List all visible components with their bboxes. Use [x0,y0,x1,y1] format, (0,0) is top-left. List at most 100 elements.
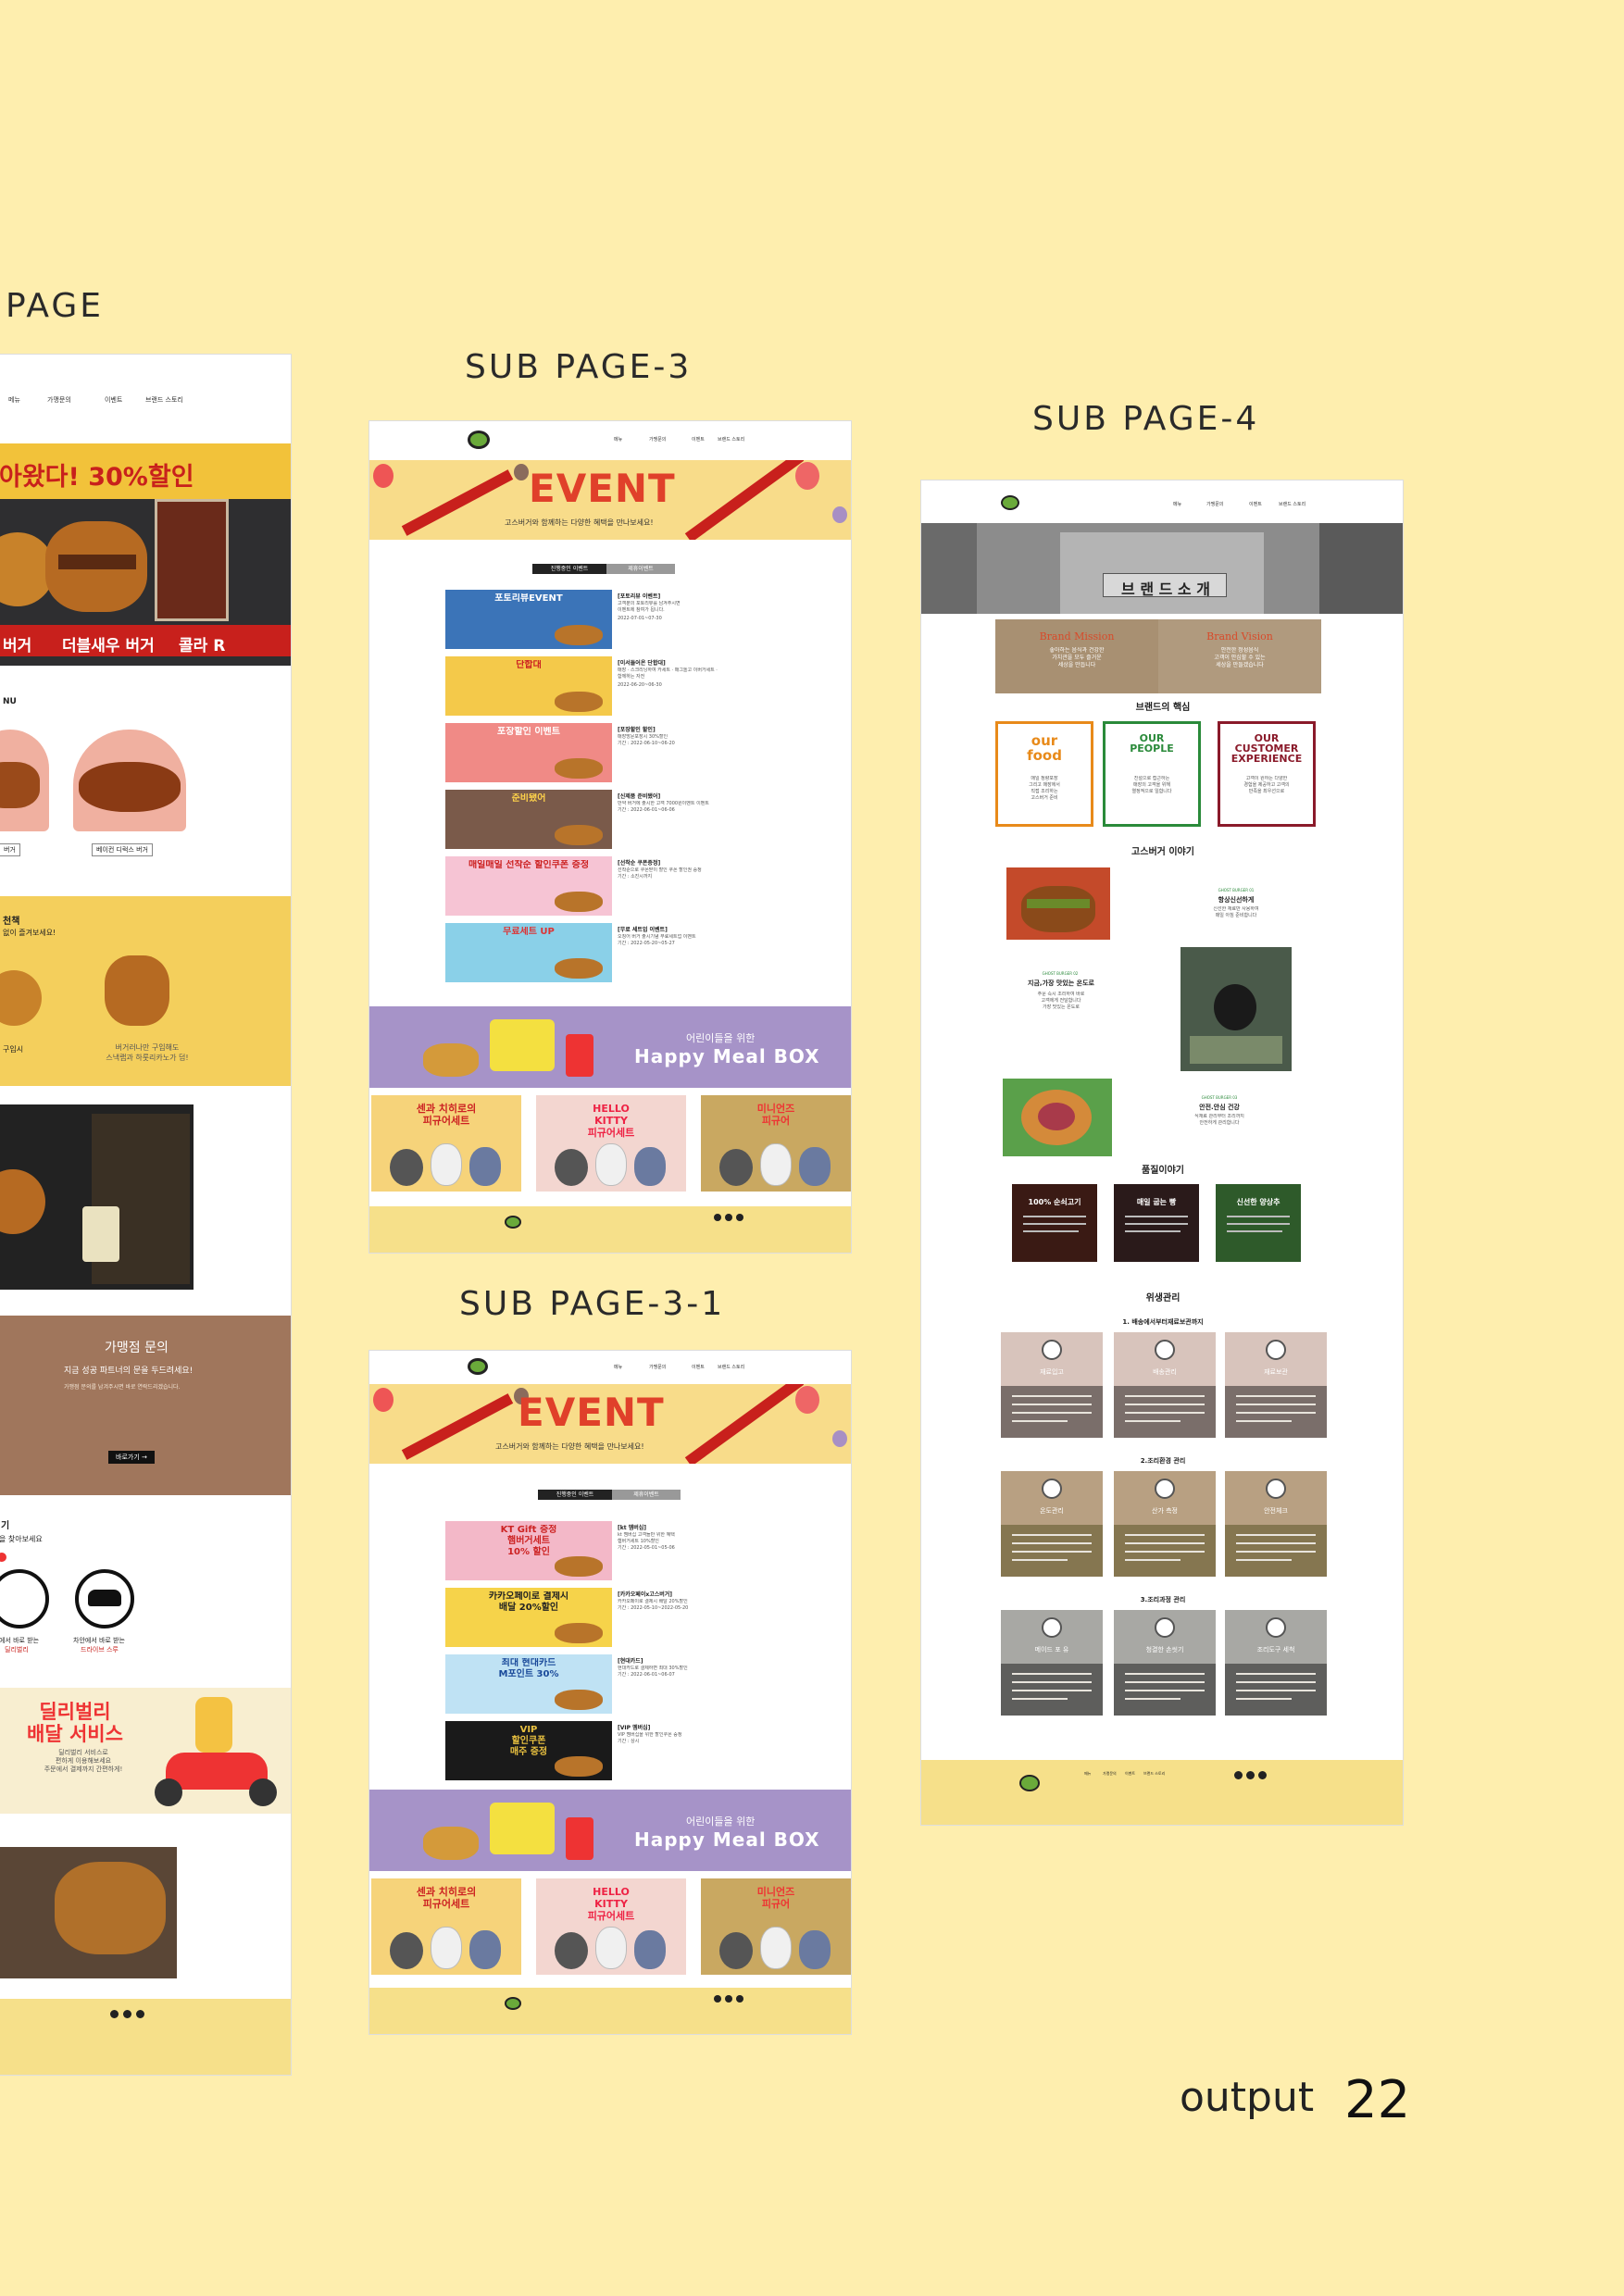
nav-item[interactable]: 브랜드 스토리 [145,395,183,405]
event-thumbnail: 최대 현대카드 M포인트 30% [445,1654,612,1714]
youtube-icon[interactable] [136,2010,144,2018]
left-nav: 메뉴 가맹문의 이벤트 브랜드 스토리 [0,355,291,443]
event-card[interactable]: 단합대 [이서들어온 단합대] 매장 · 스크리닝하여 카세트 · 매그놀고 이버거… [445,656,779,716]
event-title: [카카오페이x고스버거] [618,1591,673,1598]
event-thumbnail-text: KT Gift 증정 햄버거세트 10% 할인 [500,1525,557,1557]
youtube-icon[interactable] [736,1995,743,2003]
core-heading: 브랜드의 핵심 [1135,703,1191,713]
promo-sub: 없이 즐겨보세요! [3,929,56,937]
collab-title: 센과 치히로의 피규어세트 [416,1103,477,1127]
vision-body: 안전한 정성음식 고객이 안심할 수 있는 세상을 만들겠습니다 [1214,647,1266,668]
event-card[interactable]: 무료세트 UP [무료 세트업 이벤트] 오징어 버거 출시기념 무료세트업 이벤트… [445,923,779,982]
franchise-button[interactable]: 바로가기 → [108,1451,155,1464]
event-thumbnail-text: 단합대 [516,660,542,670]
event-title: [이서들어온 단합대] [618,660,666,667]
order-caption: 에서 바로 받는 [0,1637,40,1644]
hygiene-icon [1266,1617,1286,1638]
nav-item[interactable]: 이벤트 [692,1364,705,1370]
nav-item[interactable]: 메뉴 [614,1364,622,1370]
logo[interactable] [468,430,490,449]
collab-card[interactable]: 센과 치히로의 피규어세트 [371,1878,521,1975]
delivery-icon[interactable] [0,1569,49,1628]
event-card[interactable]: 최대 현대카드 M포인트 30% [현대카드] 현대카드로 결제하면 최대 30%할… [445,1654,779,1714]
instagram-icon[interactable] [725,1214,732,1221]
hygiene-item-label: 배송관리 [1153,1368,1177,1376]
event-card[interactable]: 준비됐어 [신제품 준비됐어] 만약 버거에 출시한 고객 7000원이벤트 이벤트… [445,790,779,849]
event-card[interactable]: 포토리뷰EVENT [포토리뷰 이벤트] 고객분의 포토리뷰를 남겨주시면 이벤트에… [445,590,779,649]
hygiene-card: 조리도구 세척 [1225,1610,1327,1716]
nav-item[interactable]: 브랜드 스토리 [718,436,744,443]
footer-nav-item[interactable]: 브랜드 스토리 [1143,1771,1165,1777]
collab-title: 미니언즈 피규어 [756,1103,795,1127]
core-value-body: 고객이 원하는 다양한 경험을 제공하고 고객의 만족을 최우선으로 [1243,776,1290,794]
youtube-icon[interactable] [736,1214,743,1221]
nav-item[interactable]: 브랜드 스토리 [1279,501,1305,507]
instagram-icon[interactable] [725,1995,732,2003]
page3-nav: 메뉴 가맹문의 이벤트 브랜드 스토리 [369,421,851,460]
collab-card[interactable]: 센과 치히로의 피규어세트 [371,1095,521,1192]
nav-item[interactable]: 이벤트 [692,436,705,443]
collab-card[interactable]: HELLO KITTY 피규어세트 [536,1095,686,1192]
facebook-icon[interactable] [714,1214,721,1221]
core-value-body: 친절으로 접근하는 매장의 고객을 위해 열정적으로 일합니다 [1131,776,1172,794]
tab-partner-events[interactable]: 제휴이벤트 [606,564,675,574]
nav-item[interactable]: 가맹문의 [1206,501,1223,507]
event-description: 오징어 버거 출시기념 무료세트업 이벤트 기간 : 2022-05-20~05… [618,934,696,946]
footer-nav-item[interactable]: 이벤트 [1125,1771,1135,1777]
delivery-sub: 딜리벌리 서비스로 편하게 이용해보세요 주문에서 결제까지 간편하게! [44,1749,123,1773]
facebook-icon[interactable] [1234,1771,1243,1779]
page3-1-nav: 메뉴 가맹문의 이벤트 브랜드 스토리 [369,1351,851,1384]
event-card[interactable]: 매일매일 선착순 할인쿠폰 증정 [선착순 쿠폰증정] 선착순으로 쿠폰받이 할인 … [445,856,779,916]
page4-nav: 메뉴 가맹문의 이벤트 브랜드 스토리 [921,480,1403,523]
promo-title: 천책 [3,917,20,927]
tab-partner-events[interactable]: 제휴이벤트 [612,1490,681,1500]
instagram-icon[interactable] [1246,1771,1255,1779]
delivery-title: 딜리벌리 배달 서비스 [27,1701,123,1745]
quality-card: 100% 순쇠고기 [1012,1184,1097,1262]
tab-ongoing-events[interactable]: 진행중인 이벤트 [538,1490,612,1500]
hygiene-card: 온도관리 [1001,1471,1103,1577]
event-description: VIP 멤버십을 위한 할인쿠폰 증정 기간 : 상시 [618,1732,682,1744]
nav-item[interactable]: 가맹문의 [649,1364,666,1370]
event-description: 매장 · 스크리닝하여 카세트 · 매그놀고 이버거세트 · 함께하는 자전 [618,668,718,680]
hygiene-item-label: 산가 측정 [1152,1507,1178,1515]
event-thumbnail-text: VIP 할인쿠폰 매주 증정 [509,1725,548,1757]
nav-item[interactable]: 브랜드 스토리 [718,1364,744,1370]
nav-item[interactable]: 메뉴 [1173,501,1181,507]
collab-card[interactable]: 미니언즈 피규어 [701,1095,851,1192]
instagram-icon[interactable] [123,2010,131,2018]
facebook-icon[interactable] [110,2010,119,2018]
event-card[interactable]: 포장할인 이벤트 [포장할인 할인] 매장방문포장시 30%할인 기간 : 2022… [445,723,779,782]
nav-item[interactable]: 이벤트 [1249,501,1262,507]
collab-card[interactable]: 미니언즈 피규어 [701,1878,851,1975]
nav-item[interactable]: 가맹문의 [649,436,666,443]
logo[interactable] [468,1358,488,1375]
facebook-icon[interactable] [714,1995,721,2003]
event-thumbnail-text: 카카오페이로 결제시 배달 20%할인 [488,1591,569,1613]
hygiene-item-label: 재료보관 [1264,1368,1288,1376]
story-heading: 고스버거 이야기 [1131,847,1194,857]
hygiene-item-label: 조리도구 세척 [1256,1646,1295,1653]
menu-heading: NU [3,697,17,706]
tab-ongoing-events[interactable]: 진행중인 이벤트 [532,564,606,574]
hygiene-item-label: 안전체크 [1264,1507,1288,1515]
event-card[interactable]: VIP 할인쿠폰 매주 증정 [VIP 멤버십] VIP 멤버십을 위한 할인쿠폰 … [445,1721,779,1780]
order-caption-highlight: 드라이브 스루 [81,1646,119,1653]
nav-item[interactable]: 이벤트 [105,395,122,405]
nav-item[interactable]: 메뉴 [614,436,622,443]
nav-item[interactable]: 메뉴 [8,395,20,405]
core-value-title: OUR CUSTOMER EXPERIENCE [1230,733,1303,764]
hygiene-card: 재료입고 [1001,1332,1103,1438]
event-date: 2022-06-20~06-30 [618,682,662,688]
event-title: [VIP 멤버십] [618,1725,651,1731]
footer-nav-item[interactable]: 가맹문의 [1103,1771,1117,1777]
youtube-icon[interactable] [1258,1771,1267,1779]
event-card[interactable]: KT Gift 증정 햄버거세트 10% 할인 [kt 멤버십] kt 멤버십 고객… [445,1521,779,1580]
footer-nav-item[interactable]: 메뉴 [1084,1771,1091,1777]
nav-item[interactable]: 가맹문의 [47,395,71,405]
quality-card: 신선한 양상추 [1216,1184,1301,1262]
delivery-banner: 딜리벌리 배달 서비스 딜리벌리 서비스로 편하게 이용해보세요 주문에서 결제… [0,1688,291,1814]
collab-card[interactable]: HELLO KITTY 피규어세트 [536,1878,686,1975]
logo[interactable] [1001,495,1019,510]
event-card[interactable]: 카카오페이로 결제시 배달 20%할인 [카카오페이x고스버거] 카카오페이로 결제… [445,1588,779,1647]
